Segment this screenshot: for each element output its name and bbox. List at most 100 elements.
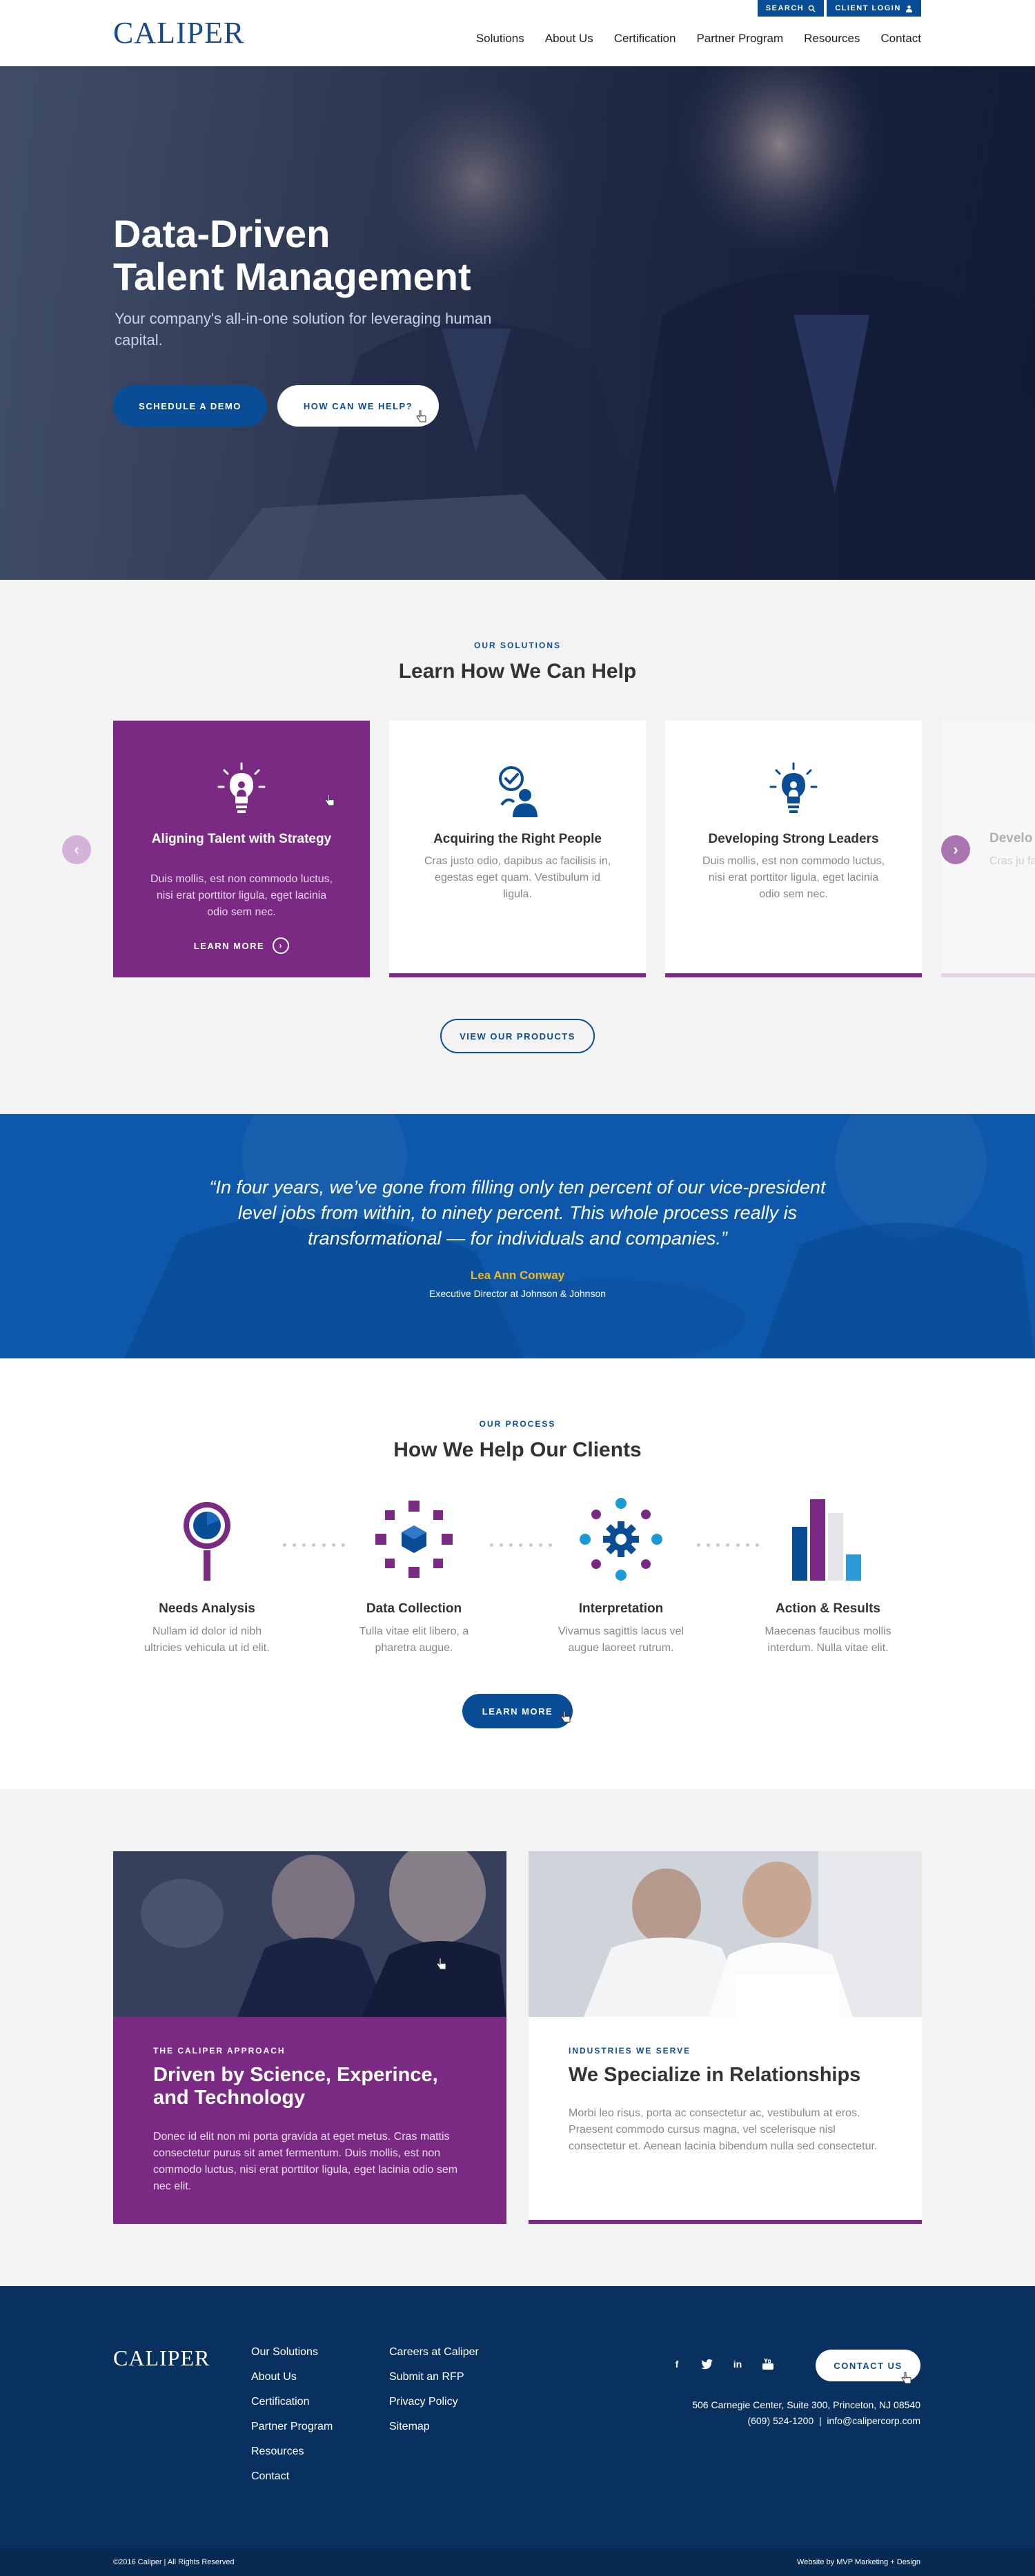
feature-text: Morbi leo risus, porta ac consectetur ac… [569,2107,878,2152]
lightbulb-icon [217,762,266,813]
solutions-eyebrow: OUR SOLUTIONS [473,641,561,650]
linkedin-icon[interactable]: in [731,2358,744,2370]
footer-link-our-solutions[interactable]: Our Solutions [251,2345,333,2359]
main-nav: Solutions About Us Certification Partner… [476,32,921,46]
people-check-icon [499,766,538,817]
hand-cursor-icon [901,2372,911,2384]
feature-body-industries: INDUSTRIES WE SERVE We Specialize in Rel… [529,2017,922,2224]
user-icon [905,5,912,12]
youtube-icon[interactable] [762,2358,774,2370]
data-cube-icon [375,1501,453,1578]
solution-card-aligning-talent[interactable]: Aligning Talent with Strategy Duis molli… [113,721,370,977]
footer-links-secondary: Careers at Caliper Submit an RFP Privacy… [389,2345,479,2433]
feature-card-approach[interactable]: THE CALIPER APPROACH Driven by Science, … [113,1851,506,2224]
step-title: Interpretation [578,1601,664,1616]
footer-logo[interactable]: CALIPER [113,2345,210,2371]
step-text: Vivamus sagittis lacus vel augue laoreet… [558,1626,684,1654]
footer-link-careers[interactable]: Careers at Caliper [389,2345,479,2359]
solution-card-title: Develo [989,831,1033,846]
facebook-icon[interactable]: f [671,2358,683,2370]
hero-title-line2: Talent Management [113,255,471,298]
feature-photo-approach [113,1851,506,2017]
client-login-label: CLIENT LOGIN [835,4,901,12]
testimonial-quote: “In four years, we’ve gone from filling … [209,1177,826,1249]
solutions-section: OUR SOLUTIONS Learn How We Can Help ‹ › … [0,580,1035,1114]
step-title: Action & Results [775,1601,881,1616]
learn-more-link[interactable]: LEARN MORE › [113,937,370,954]
footer-link-contact[interactable]: Contact [251,2470,333,2483]
testimonial-role: Executive Director at Johnson & Johnson [428,1288,607,1299]
footer-link-resources[interactable]: Resources [251,2445,333,2458]
process-connector [283,1543,345,1547]
arrow-right-circle-icon: › [273,937,290,954]
magnifier-icon [184,1502,230,1581]
hand-cursor-icon [436,1958,446,1970]
footer-contact-line: (609) 524-1200 | info@calipercorp.com [747,2415,920,2426]
process-connector [490,1543,552,1547]
search-button[interactable]: SEARCH [758,0,824,17]
footer-address: 506 Carnegie Center, Suite 300, Princeto… [692,2399,920,2410]
hero-subtitle: Your company's all-in-one solution for l… [115,310,492,349]
process-eyebrow: OUR PROCESS [479,1419,556,1429]
feature-photo-industries [529,1851,922,2017]
copyright-text: ©2016 Caliper | All Rights Reserved [113,2558,235,2566]
schedule-demo-button[interactable]: SCHEDULE A DEMO [113,385,267,427]
solution-card-acquiring-people[interactable]: Acquiring the Right People Cras justo od… [389,721,646,977]
feature-body-approach: THE CALIPER APPROACH Driven by Science, … [113,2017,506,2224]
solution-card-title: Acquiring the Right People [433,832,602,846]
how-can-we-help-button[interactable]: HOW CAN WE HELP? [277,385,439,427]
solution-card-developing-leaders[interactable]: Developing Strong Leaders Duis mollis, e… [665,721,922,977]
solutions-title: Learn How We Can Help [398,660,637,683]
step-text: Tulla vitae elit libero, a pharetra augu… [359,1626,469,1654]
nav-certification[interactable]: Certification [614,32,676,46]
solution-card-title: Aligning Talent with Strategy [151,832,332,846]
search-icon [808,5,816,12]
site-credit[interactable]: Website by MVP Marketing + Design [797,2558,920,2566]
solution-card-title: Developing Strong Leaders [708,832,879,846]
features-section: THE CALIPER APPROACH Driven by Science, … [0,1789,1035,2286]
learn-more-label: LEARN MORE [193,940,265,951]
footer-email[interactable]: info@calipercorp.com [827,2415,920,2426]
nav-partner-program[interactable]: Partner Program [696,32,783,46]
process-section: OUR PROCESS How We Help Our Clients Need… [0,1358,1035,1789]
social-links: f in [671,2358,774,2370]
nav-contact[interactable]: Contact [880,32,921,46]
footer-link-sitemap[interactable]: Sitemap [389,2420,479,2433]
footer-link-submit-rfp[interactable]: Submit an RFP [389,2370,479,2383]
feature-title: Driven by Science, Experince, and Techno… [153,2064,438,2109]
caliper-logo[interactable]: CALIPER [113,15,244,50]
feature-eyebrow: INDUSTRIES WE SERVE [569,2046,691,2056]
process-title: How We Help Our Clients [393,1438,642,1461]
footer-bottom-bar: ©2016 Caliper | All Rights Reserved Webs… [0,2548,1035,2576]
footer-link-certification[interactable]: Certification [251,2395,333,2408]
hero-title: Data-Driven Talent Management [113,213,471,298]
nav-solutions[interactable]: Solutions [476,32,524,46]
twitter-icon[interactable] [701,2358,713,2370]
footer-link-partner-program[interactable]: Partner Program [251,2420,333,2433]
learn-more-button[interactable]: LEARN MORE [462,1694,573,1728]
bar-chart-icon [792,1499,861,1581]
footer-separator: | [816,2415,825,2426]
feature-title: We Specialize in Relationships [569,2064,861,2086]
feature-text: Donec id elit non mi porta gravida at eg… [153,2131,458,2192]
approach-photo [113,1851,506,2017]
view-products-button[interactable]: VIEW OUR PRODUCTS [440,1019,595,1053]
footer-links-primary: Our Solutions About Us Certification Par… [251,2345,333,2483]
client-login-button[interactable]: CLIENT LOGIN [827,0,921,17]
nav-resources[interactable]: Resources [804,32,860,46]
industries-photo [529,1851,922,2017]
footer-link-about-us[interactable]: About Us [251,2370,333,2383]
feature-card-industries[interactable]: INDUSTRIES WE SERVE We Specialize in Rel… [529,1851,922,2224]
step-text: Nullam id dolor id nibh ultricies vehicu… [144,1626,270,1654]
nav-about-us[interactable]: About Us [545,32,593,46]
hand-cursor-icon [416,410,426,422]
hand-cursor-icon [324,794,335,806]
search-label: SEARCH [765,4,805,12]
carousel-prev-button[interactable]: ‹ [62,835,91,864]
solution-card-partial[interactable]: Develo Cras ju facilisis in. [941,721,1035,977]
footer-phone[interactable]: (609) 524-1200 [747,2415,814,2426]
hand-cursor-icon [560,1710,571,1723]
footer-link-privacy[interactable]: Privacy Policy [389,2395,479,2408]
solution-card-text: Cras ju facilisis in. [989,855,1035,867]
solution-card-text: Duis mollis, est non commodo luctus, nis… [702,855,885,900]
